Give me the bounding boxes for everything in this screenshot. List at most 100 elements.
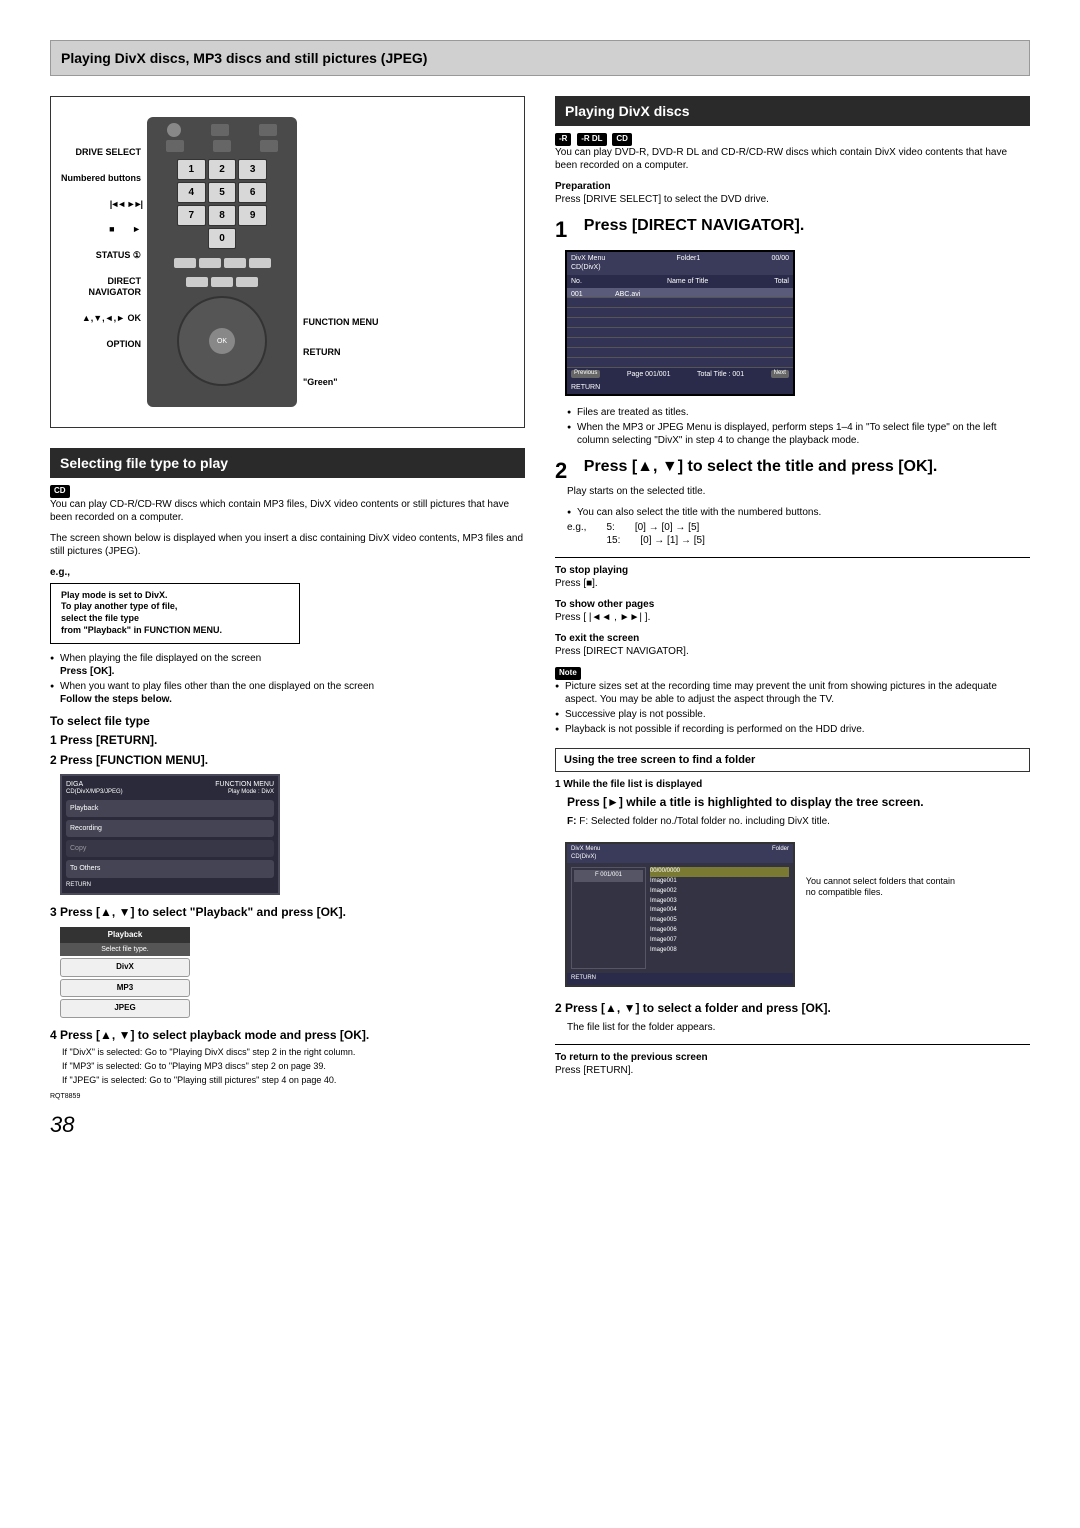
label-stop bbox=[61, 224, 141, 236]
function-menu-osd: DIGA FUNCTION MENU CD(DivX/MP3/JPEG) Pla… bbox=[60, 774, 280, 895]
bullet-1: When playing the file displayed on the s… bbox=[50, 652, 525, 678]
note2: Successive play is not possible. bbox=[555, 708, 1030, 721]
drive-btn-icon bbox=[166, 140, 184, 152]
badge-cd2: CD bbox=[612, 133, 632, 145]
exit-t: Press [DIRECT NAVIGATOR]. bbox=[555, 645, 1030, 658]
playback-head: Playback bbox=[60, 927, 190, 943]
bullet-1-sub: Press [OK]. bbox=[60, 666, 114, 677]
divider-2 bbox=[555, 1044, 1030, 1045]
remote-body: 1 2 3 4 5 6 7 8 9 0 bbox=[147, 117, 297, 407]
playback-opt-mp3: MP3 bbox=[60, 979, 190, 997]
skip-next-btn bbox=[249, 258, 271, 268]
right-column: Playing DivX discs -R -R DL CD You can p… bbox=[555, 96, 1030, 1101]
note1: Picture sizes set at the recording time … bbox=[555, 680, 1030, 706]
step-3: 3 Press [▲, ▼] to select "Playback" and … bbox=[50, 905, 525, 921]
eg-box-text: Play mode is set to DivX. To play anothe… bbox=[61, 590, 222, 635]
tree-title-l: DivX Menu bbox=[571, 846, 600, 852]
prep-head: Preparation bbox=[555, 180, 1030, 193]
osd-sub-l: CD(DivX) bbox=[571, 264, 601, 271]
pause-btn-icon bbox=[211, 277, 233, 287]
step4-a: If "DivX" is selected: Go to "Playing Di… bbox=[50, 1047, 525, 1059]
label-arrows-ok: ▲,▼,◄,► OK bbox=[61, 313, 141, 325]
folder-8: Image008 bbox=[650, 946, 789, 956]
tree-fnote-text: F: Selected folder no./Total folder no. … bbox=[579, 816, 830, 827]
bullet-2-sub: Follow the steps below. bbox=[60, 694, 172, 705]
bullet-2-text: When you want to play files other than t… bbox=[60, 681, 374, 692]
stop-t: Press [■]. bbox=[555, 577, 1030, 590]
label-skip-icons bbox=[61, 199, 141, 211]
eg-lbl: e.g., bbox=[567, 521, 586, 534]
badge-rdl: -R DL bbox=[577, 133, 606, 145]
tree-ret-h: To return to the previous screen bbox=[555, 1051, 1030, 1064]
osd-total: Total Title : 001 bbox=[697, 370, 744, 379]
skip-prev-btn bbox=[174, 258, 196, 268]
eg-label: e.g., bbox=[50, 566, 525, 579]
b-numbered: You can also select the title with the n… bbox=[567, 506, 1030, 519]
playback-opt-divx: DivX bbox=[60, 958, 190, 976]
badge-row: -R -R DL CD bbox=[555, 132, 1030, 145]
rew-btn bbox=[199, 258, 221, 268]
step-1: 1 Press [RETURN]. bbox=[50, 733, 525, 749]
remote-labels-left: DRIVE SELECT Numbered buttons STATUS ① D… bbox=[61, 117, 141, 350]
tree-osd: DivX MenuCD(DivX) Folder F 001/001 00/00… bbox=[565, 842, 795, 987]
big-step-2-text: Press [▲, ▼] to select the title and pre… bbox=[584, 457, 1029, 478]
big-step-1-num: 1 bbox=[555, 216, 581, 245]
playback-sub: Select file type. bbox=[60, 943, 190, 956]
tv-btn-icon bbox=[211, 124, 229, 136]
label-drive-select: DRIVE SELECT bbox=[61, 147, 141, 159]
label-option: OPTION bbox=[61, 339, 141, 351]
section-header-selecting: Selecting file type to play bbox=[50, 448, 525, 478]
func-mode: Play Mode : DivX bbox=[228, 789, 274, 797]
exit-h: To exit the screen bbox=[555, 632, 1030, 645]
play-starts: Play starts on the selected title. bbox=[567, 485, 1030, 498]
pages-h: To show other pages bbox=[555, 598, 1030, 611]
folder-1: Image001 bbox=[650, 877, 789, 887]
num-1: 1 bbox=[177, 159, 206, 180]
osd-col-no: No. bbox=[571, 277, 601, 286]
page-header-text: Playing DivX discs, MP3 discs and still … bbox=[61, 49, 1019, 67]
num-7: 7 bbox=[177, 205, 206, 226]
page-header-bar: Playing DivX discs, MP3 discs and still … bbox=[50, 40, 1030, 76]
tree-s2: 2 Press [▲, ▼] to select a folder and pr… bbox=[555, 1001, 1030, 1017]
label-numbered: Numbered buttons bbox=[61, 173, 141, 185]
divx-navigator-osd: DivX MenuCD(DivX) Folder1 00/00 No. Name… bbox=[565, 250, 795, 395]
nav-wheel: OK bbox=[177, 296, 267, 386]
av-btn-icon bbox=[213, 140, 231, 152]
doc-code: RQT8859 bbox=[50, 1092, 525, 1101]
func-title: FUNCTION MENU bbox=[215, 780, 274, 789]
tree-s1a: 1 While the file list is displayed bbox=[555, 778, 1030, 791]
label-status: STATUS ① bbox=[61, 250, 141, 262]
badge-cd: CD bbox=[50, 485, 70, 497]
folder-2: Image002 bbox=[650, 887, 789, 897]
big-step-1-text: Press [DIRECT NAVIGATOR]. bbox=[584, 216, 1029, 237]
eg-5: 5: bbox=[606, 522, 614, 533]
label-direct-nav: DIRECT NAVIGATOR bbox=[61, 276, 141, 299]
tree-s2t: The file list for the folder appears. bbox=[567, 1021, 1030, 1034]
para2-text: The screen shown below is displayed when… bbox=[50, 532, 525, 558]
note-badge: Note bbox=[555, 667, 581, 679]
play-btn-icon bbox=[236, 277, 258, 287]
intro-text: You can play CD-R/CD-RW discs which cont… bbox=[50, 498, 525, 524]
osd-col-name: Name of Title bbox=[611, 277, 764, 286]
num-8: 8 bbox=[208, 205, 237, 226]
func-item-recording: Recording bbox=[66, 820, 274, 837]
page-number: 38 bbox=[50, 1111, 1030, 1140]
eg-box: Play mode is set to DivX. To play anothe… bbox=[50, 583, 300, 644]
note3: Playback is not possible if recording is… bbox=[555, 723, 1030, 736]
osd-col-total: Total bbox=[774, 277, 789, 286]
sub-head-select-file: To select file type bbox=[50, 714, 525, 730]
osd-title-l: DivX Menu bbox=[571, 255, 605, 262]
ff-btn bbox=[224, 258, 246, 268]
num-2: 2 bbox=[208, 159, 237, 180]
eg-15v: [0] → [1] → [5] bbox=[640, 534, 704, 547]
func-item-playback: Playback bbox=[66, 800, 274, 817]
playback-select-box: Playback Select file type. DivX MP3 JPEG bbox=[60, 927, 190, 1018]
stop-btn-icon bbox=[186, 277, 208, 287]
bullet-2: When you want to play files other than t… bbox=[50, 680, 525, 706]
remote-diagram: DRIVE SELECT Numbered buttons STATUS ① D… bbox=[50, 96, 525, 428]
folder-7: Image007 bbox=[650, 936, 789, 946]
label-function-menu: FUNCTION MENU bbox=[303, 317, 383, 329]
stop-h: To stop playing bbox=[555, 564, 1030, 577]
next-icon bbox=[127, 199, 141, 209]
tree-root: F 001/001 bbox=[574, 870, 643, 882]
